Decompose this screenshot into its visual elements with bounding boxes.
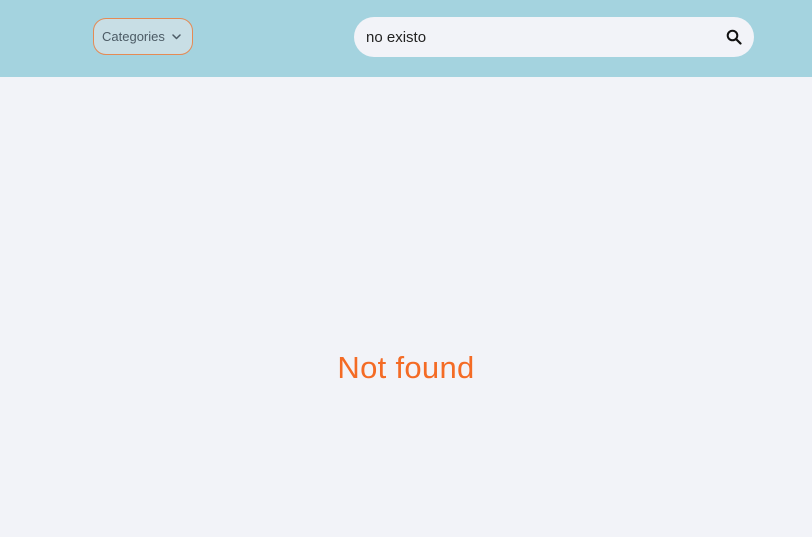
search-icon[interactable]: [722, 25, 746, 49]
page: Categories Not found: [0, 0, 812, 537]
categories-dropdown[interactable]: Categories: [93, 18, 193, 55]
categories-label: Categories: [102, 29, 165, 44]
not-found-message: Not found: [337, 350, 475, 385]
search-bar: [354, 17, 754, 57]
top-bar: Categories: [0, 0, 812, 77]
chevron-down-icon: [172, 32, 182, 42]
search-input[interactable]: [366, 25, 722, 49]
